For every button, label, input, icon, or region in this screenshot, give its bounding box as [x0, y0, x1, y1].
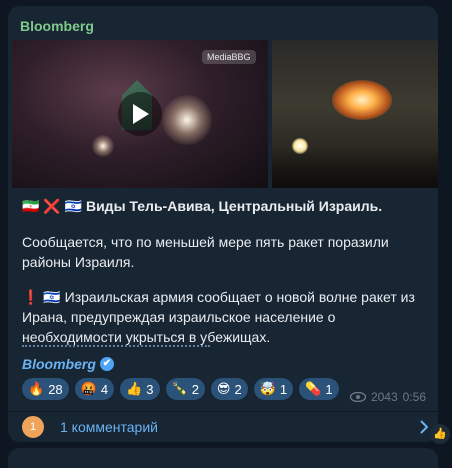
dotted-divider [22, 345, 210, 347]
quick-reaction-button[interactable]: 👍 [430, 424, 450, 444]
commenter-avatar: 1 [20, 414, 46, 440]
chevron-right-icon [420, 420, 428, 434]
channel-signature[interactable]: Bloomberg ✔ [22, 356, 114, 372]
reaction-count: 1 [279, 381, 288, 397]
sunglasses-face-icon: 😎 [216, 381, 231, 397]
message-card: Bloomberg MediaBBG 🇮🇷 ❌ 🇮🇱 Виды Тель-Ави… [8, 6, 438, 442]
message-meta: 2043 0:56 [349, 390, 426, 404]
play-button[interactable] [118, 92, 162, 136]
headline-text: Виды Тель-Авива, Центральный Израиль. [85, 198, 383, 214]
reaction-count: 28 [48, 381, 63, 397]
explosion-flash [92, 135, 114, 157]
comments-button[interactable]: 1 1 комментарий [8, 412, 438, 442]
channel-name[interactable]: Bloomberg [20, 18, 94, 34]
post-paragraph: Сообщается, что по меньшей мере пять рак… [22, 234, 389, 270]
message-time: 0:56 [402, 390, 426, 404]
reaction-count: 1 [325, 381, 333, 397]
alert-emojis: ❗️ 🇮🇱 [22, 289, 61, 305]
media-watermark: MediaBBG [202, 50, 256, 64]
reaction-pill[interactable]: 💊 1 [299, 378, 339, 400]
explosion-flash [162, 95, 212, 145]
reaction-angry[interactable]: 🤬 4 [74, 378, 115, 400]
champagne-icon: 🍾 [171, 381, 188, 397]
angry-face-icon: 🤬 [80, 381, 97, 397]
reactions-bar: 🔥 28 🤬 4 👍 3 🍾 2 😎 2 🤯 1 💊 1 [22, 378, 339, 400]
reaction-count: 2 [234, 381, 242, 397]
photo-thumbnail[interactable] [272, 40, 438, 188]
thumbs-up-icon: 👍 [126, 381, 143, 397]
eye-icon [349, 392, 366, 402]
pill-icon: 💊 [305, 381, 322, 397]
reaction-thumbs-up[interactable]: 👍 3 [120, 378, 160, 400]
reaction-mind-blown[interactable]: 🤯 1 [253, 378, 294, 400]
play-icon [133, 104, 149, 124]
city-silhouette [272, 148, 438, 188]
verified-icon: ✔ [99, 357, 114, 371]
fire-icon: 🔥 [28, 381, 45, 397]
signature-link[interactable]: Bloomberg [22, 356, 96, 372]
post-paragraph: ❗️ 🇮🇱 Израильская армия сообщает о новой… [22, 287, 428, 347]
paragraph-text: Израильская армия сообщает о новой волне… [22, 289, 415, 345]
reaction-cool[interactable]: 😎 2 [210, 378, 248, 400]
next-message-card [8, 448, 438, 468]
flag-emojis: 🇮🇷 ❌ 🇮🇱 [22, 198, 83, 214]
mind-blown-icon: 🤯 [259, 381, 276, 397]
post-headline: 🇮🇷 ❌ 🇮🇱 Виды Тель-Авива, Центральный Изр… [22, 196, 428, 216]
video-thumbnail[interactable]: MediaBBG [12, 40, 268, 188]
reaction-champagne[interactable]: 🍾 2 [165, 378, 205, 400]
view-count: 2043 [370, 390, 398, 404]
reaction-fire[interactable]: 🔥 28 [22, 378, 69, 400]
reaction-count: 4 [100, 381, 109, 397]
media-album: MediaBBG [12, 40, 438, 188]
comments-count-label: 1 комментарий [60, 419, 158, 435]
reaction-count: 3 [146, 381, 154, 397]
reaction-count: 2 [191, 381, 199, 397]
fire-glow [332, 80, 392, 120]
